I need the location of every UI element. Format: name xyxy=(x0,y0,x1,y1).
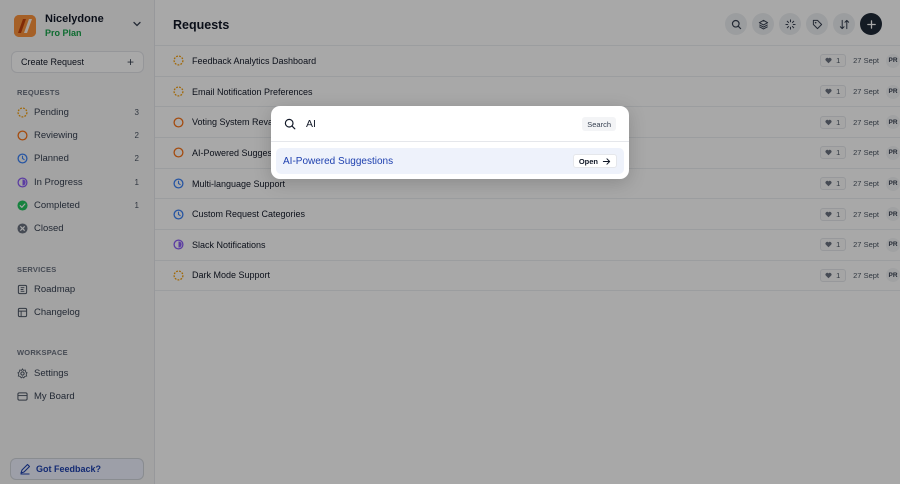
open-label: Open xyxy=(578,156,598,166)
search-icon xyxy=(284,118,296,129)
open-result-button[interactable]: Open xyxy=(572,154,617,168)
modal-backdrop[interactable]: Search AI-Powered Suggestions Open xyxy=(0,0,900,484)
arrow-right-icon xyxy=(602,157,611,165)
search-result-item[interactable]: AI-Powered Suggestions Open xyxy=(276,148,624,174)
search-submit-button[interactable]: Search xyxy=(582,117,616,131)
search-bar: Search xyxy=(271,106,629,142)
search-input[interactable] xyxy=(306,117,546,130)
search-result-title: AI-Powered Suggestions xyxy=(283,155,394,167)
search-modal: Search AI-Powered Suggestions Open xyxy=(271,106,629,179)
